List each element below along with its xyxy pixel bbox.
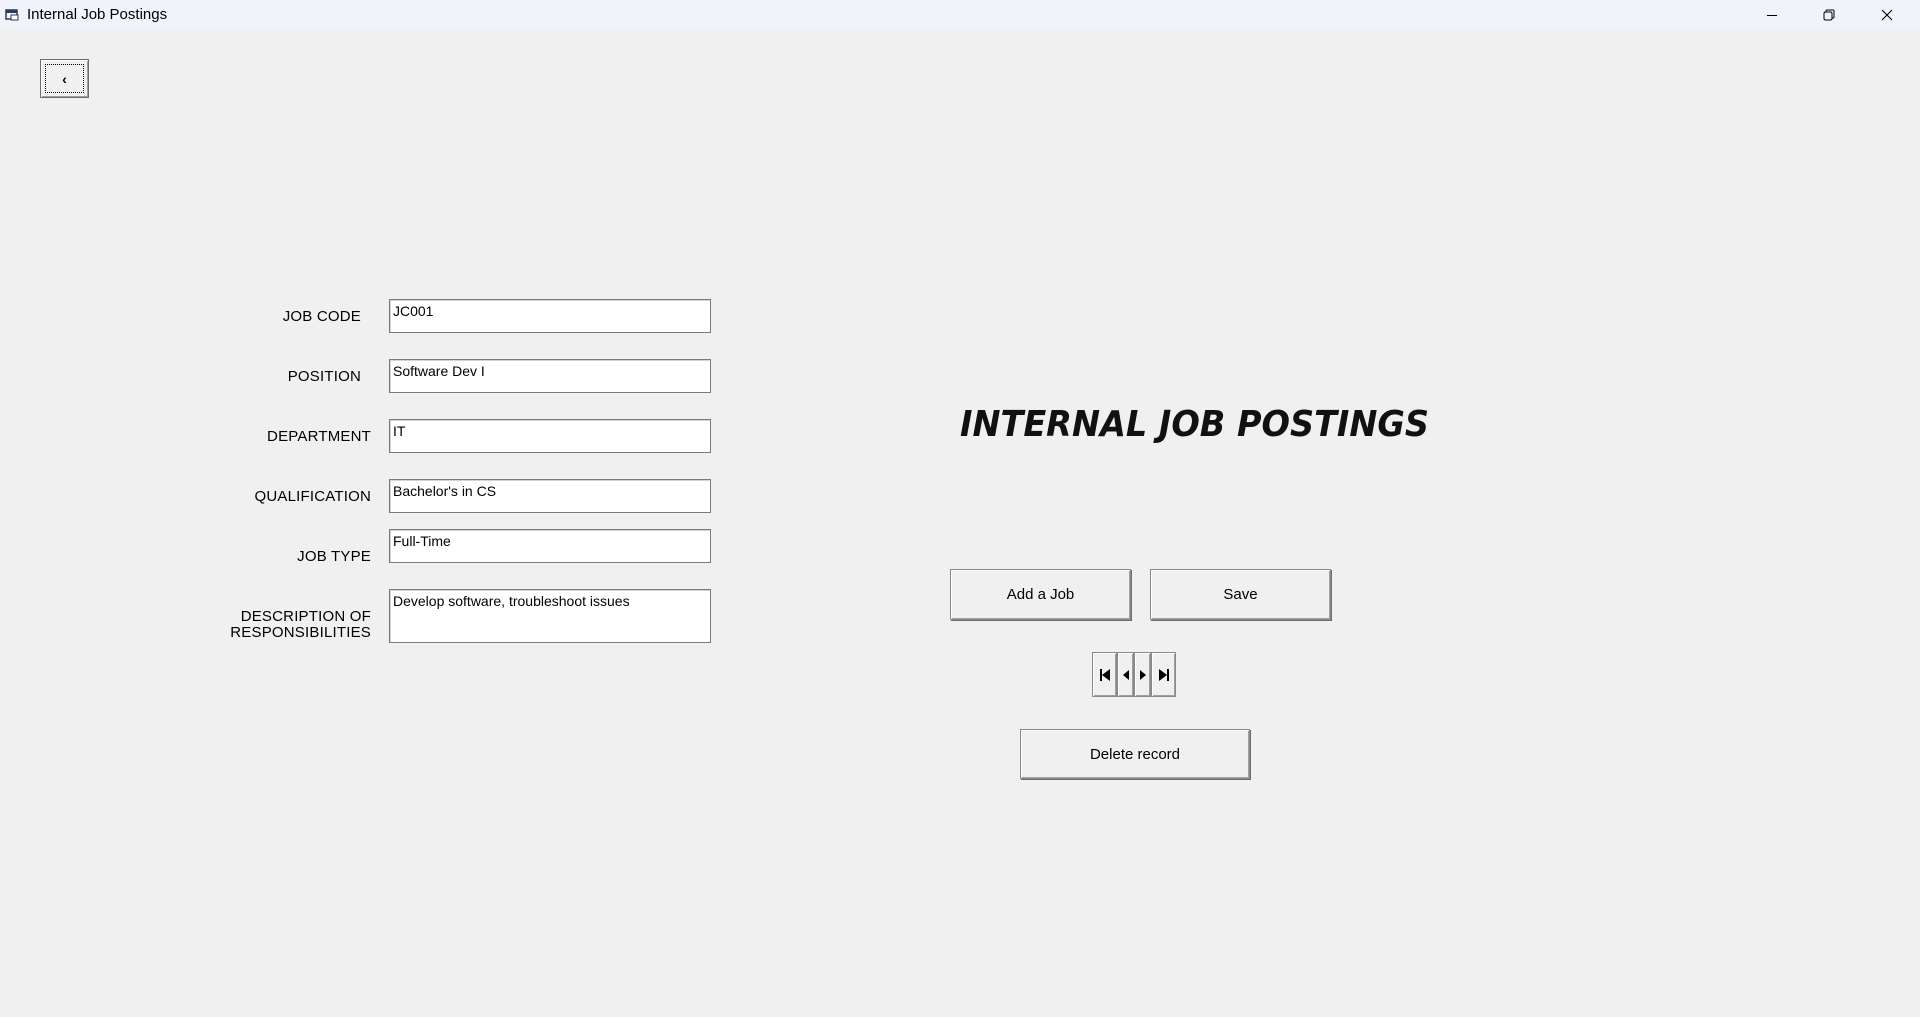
last-record-icon bbox=[1158, 668, 1169, 681]
qualification-label: QUALIFICATION bbox=[254, 488, 371, 505]
job-type-field[interactable]: Full-Time bbox=[389, 529, 711, 563]
job-code-field[interactable]: JC001 bbox=[389, 299, 711, 333]
restore-button[interactable] bbox=[1800, 0, 1858, 29]
app-icon bbox=[5, 9, 19, 21]
title-bar: Internal Job Postings bbox=[0, 0, 1920, 29]
record-navigator bbox=[1092, 652, 1176, 697]
job-code-label: JOB CODE bbox=[282, 308, 361, 325]
page-title: INTERNAL JOB POSTINGS bbox=[960, 404, 1430, 445]
description-label-line1: DESCRIPTION OF bbox=[240, 608, 371, 625]
next-record-button[interactable] bbox=[1134, 652, 1151, 697]
minimize-icon bbox=[1767, 14, 1777, 16]
first-record-icon bbox=[1099, 668, 1110, 681]
minimize-button[interactable] bbox=[1743, 0, 1801, 29]
next-record-icon bbox=[1139, 669, 1146, 680]
first-record-button[interactable] bbox=[1092, 652, 1117, 697]
qualification-field[interactable]: Bachelor's in CS bbox=[389, 479, 711, 513]
restore-icon bbox=[1823, 9, 1835, 20]
position-field[interactable]: Software Dev I bbox=[389, 359, 711, 393]
save-button[interactable]: Save bbox=[1150, 569, 1331, 620]
description-label: DESCRIPTION OF RESPONSIBILITIES bbox=[230, 609, 371, 641]
app-window: Internal Job Postings ‹ JOB CODE POSITIO… bbox=[0, 0, 1920, 1017]
department-label: DEPARTMENT bbox=[267, 428, 371, 445]
last-record-button[interactable] bbox=[1151, 652, 1176, 697]
job-type-label: JOB TYPE bbox=[297, 548, 371, 565]
position-label: POSITION bbox=[287, 368, 361, 385]
back-arrow-icon: ‹ bbox=[45, 64, 84, 93]
back-button[interactable]: ‹ bbox=[40, 59, 89, 98]
add-job-button[interactable]: Add a Job bbox=[950, 569, 1131, 620]
description-label-line2: RESPONSIBILITIES bbox=[230, 624, 371, 641]
close-button[interactable] bbox=[1858, 0, 1916, 29]
description-field[interactable]: Develop software, troubleshoot issues bbox=[389, 589, 711, 643]
previous-record-icon bbox=[1122, 669, 1129, 680]
department-field[interactable]: IT bbox=[389, 419, 711, 453]
delete-record-button[interactable]: Delete record bbox=[1020, 729, 1250, 779]
window-title: Internal Job Postings bbox=[27, 6, 168, 23]
previous-record-button[interactable] bbox=[1117, 652, 1134, 697]
close-icon bbox=[1881, 9, 1893, 20]
